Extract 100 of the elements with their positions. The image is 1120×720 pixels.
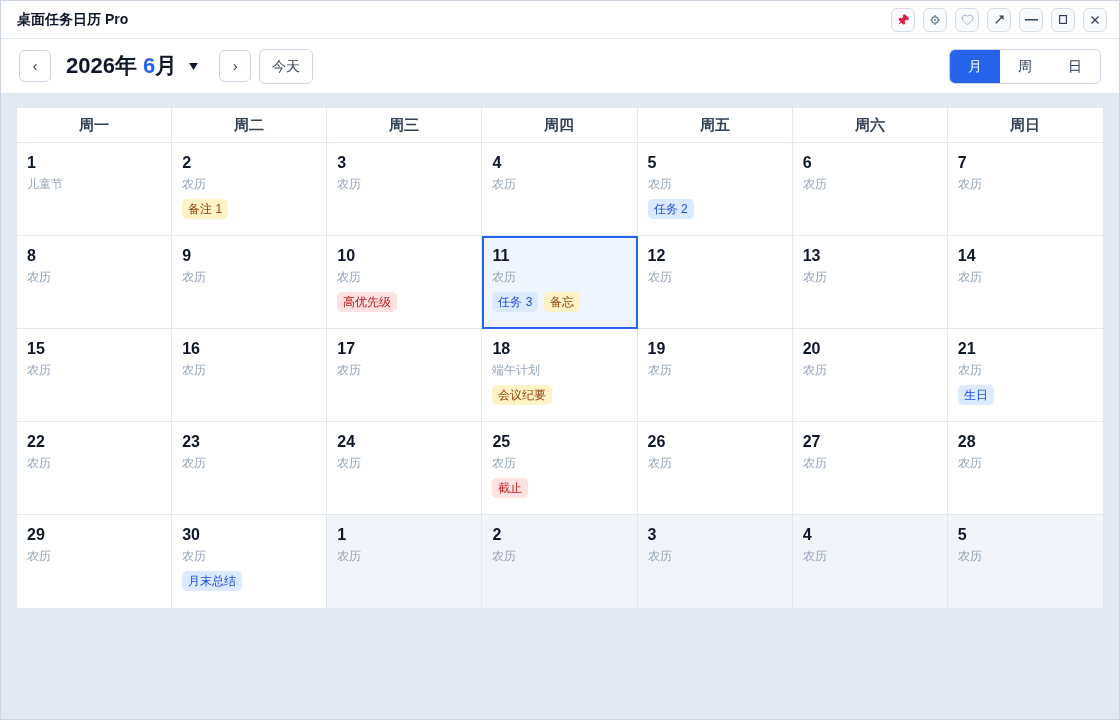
event-tag[interactable]: 会议纪要 bbox=[492, 385, 553, 405]
pin-button[interactable] bbox=[891, 7, 915, 32]
date-number: 5 bbox=[957, 525, 967, 545]
date-number: 20 bbox=[802, 339, 821, 359]
day-cell[interactable]: 5 农历 bbox=[947, 515, 1103, 608]
favorite-button[interactable] bbox=[955, 7, 979, 32]
date-number: 29 bbox=[27, 525, 45, 545]
lunar-label: 农历 bbox=[802, 548, 827, 565]
day-cell[interactable]: 8 农历 bbox=[17, 236, 173, 329]
day-cell[interactable]: 25 农历 截止 bbox=[482, 422, 638, 515]
event-tag[interactable]: 备注 1 bbox=[182, 199, 229, 219]
day-cell[interactable]: 16 农历 bbox=[172, 329, 328, 422]
date-number: 9 bbox=[182, 246, 192, 266]
event-tag[interactable]: 生日 bbox=[957, 385, 994, 405]
lunar-label: 农历 bbox=[647, 548, 672, 565]
lunar-label: 农历 bbox=[647, 176, 672, 193]
date-number: 3 bbox=[647, 525, 657, 545]
lunar-label: 农历 bbox=[802, 455, 827, 472]
arrow-icon bbox=[994, 15, 1004, 24]
day-cell[interactable]: 19 农历 bbox=[637, 329, 793, 422]
date-number: 26 bbox=[647, 432, 666, 452]
day-cell[interactable]: 20 农历 bbox=[792, 329, 948, 422]
date-number: 7 bbox=[957, 153, 967, 173]
day-cell[interactable]: 5 农历 任务 2 bbox=[637, 143, 793, 236]
day-cell[interactable]: 2 农历 备注 1 bbox=[172, 143, 328, 236]
date-number: 10 bbox=[337, 246, 356, 266]
next-button[interactable]: › bbox=[219, 50, 252, 82]
date-number: 12 bbox=[647, 246, 666, 266]
date-number: 21 bbox=[957, 339, 976, 359]
day-cell[interactable]: 2 农历 bbox=[482, 515, 638, 608]
previous-button[interactable]: ‹ bbox=[19, 50, 51, 82]
day-cell[interactable]: 24 农历 bbox=[327, 422, 483, 515]
date-number: 4 bbox=[802, 525, 812, 545]
day-cell[interactable]: 3 农历 bbox=[637, 515, 793, 608]
lunar-label: 农历 bbox=[492, 269, 517, 286]
day-cell[interactable]: 1 农历 bbox=[327, 515, 483, 608]
settings-button[interactable] bbox=[923, 7, 947, 32]
event-tag[interactable]: 月末总结 bbox=[182, 571, 243, 591]
day-cell[interactable]: 26 农历 bbox=[637, 422, 793, 515]
day-cell[interactable]: 3 农历 bbox=[327, 143, 483, 236]
lunar-label: 农历 bbox=[802, 176, 827, 193]
lunar-label: 农历 bbox=[182, 455, 207, 472]
day-cell[interactable]: 4 农历 bbox=[482, 143, 638, 236]
day-cell[interactable]: 6 农历 bbox=[792, 143, 948, 236]
day-cell[interactable]: 23 农历 bbox=[172, 422, 328, 515]
lunar-label: 农历 bbox=[27, 269, 51, 286]
date-number: 23 bbox=[182, 432, 200, 452]
event-tag[interactable]: 任务 2 bbox=[647, 199, 694, 219]
today-button[interactable]: 今天 bbox=[259, 48, 314, 84]
date-number: 8 bbox=[27, 246, 36, 266]
day-cell[interactable]: 10 农历 高优先级 bbox=[327, 236, 483, 329]
day-cell[interactable]: 15 农历 bbox=[17, 329, 173, 422]
date-number: 30 bbox=[182, 525, 200, 545]
lunar-label: 农历 bbox=[957, 548, 982, 565]
lunar-label: 农历 bbox=[337, 548, 362, 565]
caret-down-icon bbox=[189, 62, 199, 70]
date-number: 18 bbox=[492, 339, 511, 359]
lunar-label: 农历 bbox=[957, 269, 982, 286]
day-cell[interactable]: 27 农历 bbox=[792, 422, 948, 515]
day-cell[interactable]: 12 农历 bbox=[637, 236, 793, 329]
lunar-label: 农历 bbox=[27, 455, 51, 472]
pop-out-button[interactable] bbox=[987, 7, 1011, 32]
lunar-label: 农历 bbox=[182, 548, 207, 565]
day-cell[interactable]: 22 农历 bbox=[17, 422, 173, 515]
day-cell[interactable]: 1 儿童节 bbox=[17, 143, 173, 236]
event-tag[interactable]: 高优先级 bbox=[337, 292, 398, 312]
day-cell[interactable]: 18 端午计划 会议纪要 bbox=[482, 329, 638, 422]
settings-icon bbox=[930, 14, 940, 25]
lunar-label: 农历 bbox=[337, 176, 362, 193]
event-tag[interactable]: 任务 3 bbox=[492, 292, 539, 312]
lunar-label: 农历 bbox=[337, 269, 362, 286]
day-cell[interactable]: 4 农历 bbox=[792, 515, 948, 608]
maximize-button[interactable] bbox=[1051, 7, 1075, 32]
event-tag[interactable]: 备忘 bbox=[544, 292, 581, 312]
day-cell[interactable]: 11 农历 任务 3 备忘 bbox=[482, 236, 638, 329]
close-icon bbox=[1091, 15, 1099, 24]
lunar-label: 农历 bbox=[492, 548, 517, 565]
date-number: 3 bbox=[337, 153, 347, 173]
day-cell[interactable]: 17 农历 bbox=[327, 329, 483, 422]
lunar-label: 农历 bbox=[492, 455, 517, 472]
date-number: 27 bbox=[802, 432, 821, 452]
lunar-label: 农历 bbox=[957, 176, 982, 193]
lunar-label: 农历 bbox=[647, 362, 672, 379]
lunar-label: 农历 bbox=[182, 269, 207, 286]
date-number: 25 bbox=[492, 432, 511, 452]
close-button[interactable] bbox=[1083, 7, 1107, 32]
minimize-icon bbox=[1024, 18, 1038, 21]
lunar-label: 农历 bbox=[337, 455, 362, 472]
lunar-label: 农历 bbox=[492, 176, 517, 193]
window-title: 桌面任务日历 Pro bbox=[17, 10, 129, 29]
minimize-button[interactable] bbox=[1019, 7, 1043, 32]
view-tab[interactable]: 月 bbox=[950, 49, 1000, 83]
day-cell[interactable]: 9 农历 bbox=[172, 236, 328, 329]
date-number: 19 bbox=[647, 339, 666, 359]
heart-icon bbox=[960, 13, 974, 26]
event-tag[interactable]: 截止 bbox=[492, 478, 529, 498]
month-picker[interactable]: 2026年 6月 bbox=[66, 55, 199, 77]
lunar-label: 农历 bbox=[337, 362, 362, 379]
lunar-label: 农历 bbox=[647, 269, 672, 286]
day-cell[interactable]: 13 农历 bbox=[792, 236, 948, 329]
